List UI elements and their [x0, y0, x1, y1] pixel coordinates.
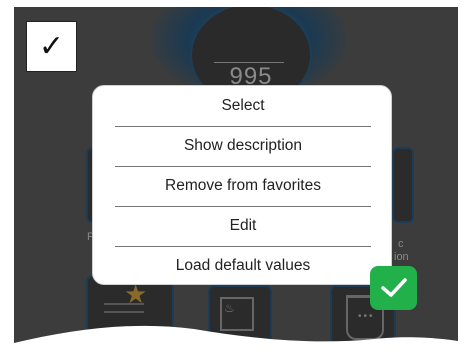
checkmark-icon: [380, 278, 407, 297]
menu-item-load-defaults[interactable]: Load default values: [115, 247, 371, 285]
menu-item-select[interactable]: Select: [115, 87, 371, 125]
bg-caption-right-1: c: [398, 238, 404, 250]
bg-caption-right-2: ion: [394, 251, 409, 263]
bg-tile-right: [392, 147, 414, 223]
context-menu: Select Show description Remove from favo…: [92, 85, 392, 285]
torn-edge: [14, 325, 458, 349]
gauge-divider: [214, 62, 284, 63]
select-mode-button[interactable]: ✓: [26, 21, 77, 72]
confirm-button[interactable]: [370, 266, 417, 310]
menu-item-show-description[interactable]: Show description: [115, 127, 371, 165]
lines-icon: [104, 303, 144, 305]
menu-item-edit[interactable]: Edit: [115, 207, 371, 245]
checkmark-icon: ✓: [38, 30, 65, 63]
menu-item-remove-favorites[interactable]: Remove from favorites: [115, 167, 371, 205]
